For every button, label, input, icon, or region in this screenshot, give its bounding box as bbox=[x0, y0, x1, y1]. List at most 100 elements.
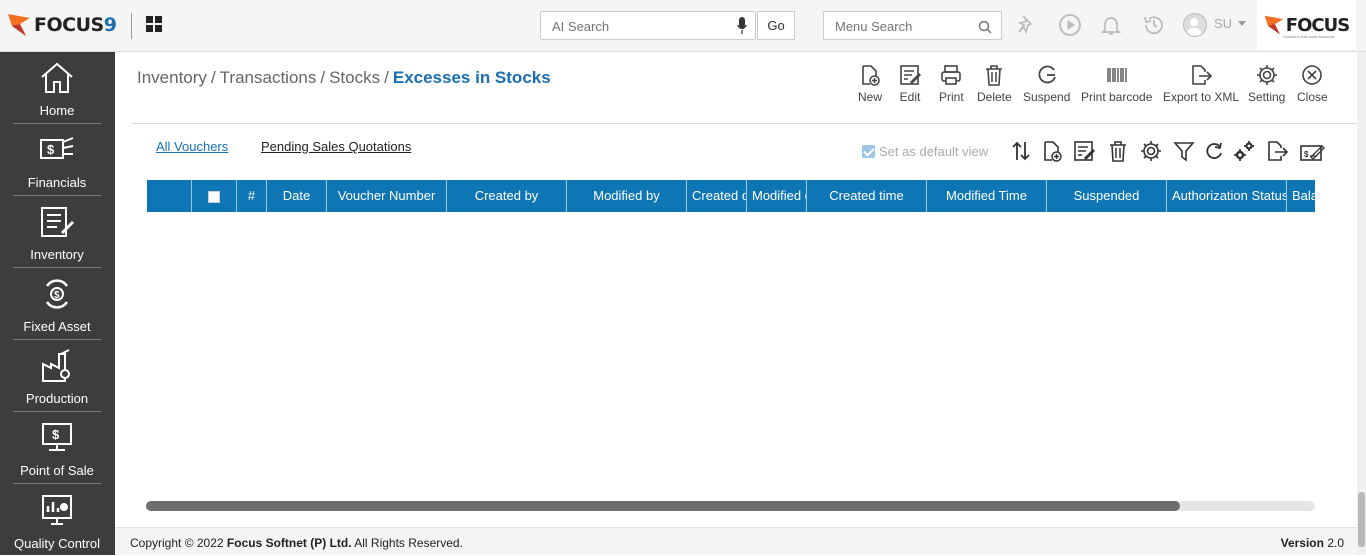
fixed-asset-icon: $ bbox=[45, 279, 69, 309]
new-label: New bbox=[858, 90, 883, 104]
sidebar-item-production[interactable]: Production bbox=[13, 340, 101, 412]
breadcrumb-item-inventory[interactable]: Inventory bbox=[137, 68, 207, 87]
column-header-modified-time[interactable]: Modified Time bbox=[927, 180, 1047, 212]
new-document-icon bbox=[862, 65, 880, 86]
search-icon[interactable] bbox=[978, 20, 992, 34]
column-header-suspended[interactable]: Suspended bbox=[1047, 180, 1167, 212]
chevron-down-icon[interactable] bbox=[1238, 21, 1246, 26]
sort-icon[interactable] bbox=[1010, 140, 1032, 162]
svg-text:$: $ bbox=[52, 427, 60, 442]
sidebar-item-label: Inventory bbox=[30, 247, 84, 262]
close-icon bbox=[1302, 65, 1323, 85]
close-button[interactable]: Close bbox=[1297, 64, 1328, 104]
sidebar-item-inventory[interactable]: Inventory bbox=[13, 196, 101, 268]
new-button[interactable]: New bbox=[858, 64, 882, 104]
svg-text:$: $ bbox=[47, 142, 55, 157]
barcode-icon bbox=[1107, 68, 1127, 82]
breadcrumb-item-transactions[interactable]: Transactions bbox=[220, 68, 317, 87]
delete-button[interactable]: Delete bbox=[977, 64, 1012, 104]
tab-all-vouchers[interactable]: All Vouchers bbox=[156, 139, 228, 154]
advanced-settings-icon[interactable] bbox=[1233, 140, 1255, 162]
app-grid-icon[interactable] bbox=[146, 16, 162, 32]
edit-icon[interactable] bbox=[1073, 140, 1095, 162]
brand-tagline: Solutions that scale business bbox=[1283, 34, 1335, 39]
breadcrumb-item-stocks[interactable]: Stocks bbox=[329, 68, 380, 87]
point-of-sale-icon: $ bbox=[42, 423, 72, 451]
version-value: 2.0 bbox=[1327, 536, 1344, 550]
setting-button[interactable]: Setting bbox=[1248, 64, 1285, 104]
column-header-authorization-status[interactable]: Authorization Status bbox=[1167, 180, 1287, 212]
history-icon[interactable] bbox=[1142, 13, 1166, 37]
print-button[interactable]: Print bbox=[939, 64, 964, 104]
focus-logo-icon bbox=[8, 14, 30, 36]
divider bbox=[131, 123, 1357, 124]
tab-pending-sales-quotations[interactable]: Pending Sales Quotations bbox=[261, 139, 411, 154]
export-xml-button[interactable]: Export to XML bbox=[1163, 64, 1239, 104]
pin-icon[interactable] bbox=[1015, 13, 1039, 37]
svg-text:$: $ bbox=[1304, 150, 1309, 159]
user-initials[interactable]: SU bbox=[1214, 16, 1232, 31]
sidebar-item-financials[interactable]: $ Financials bbox=[13, 124, 101, 196]
vertical-scrollbar[interactable] bbox=[1357, 52, 1366, 555]
breadcrumb-separator: / bbox=[210, 68, 216, 87]
scrollbar-thumb[interactable] bbox=[1358, 492, 1365, 547]
menu-search-box bbox=[823, 11, 1005, 40]
sidebar-item-label: Fixed Asset bbox=[23, 319, 91, 334]
row-handle-column bbox=[147, 180, 192, 212]
column-header-modified-date[interactable]: Modified date bbox=[747, 180, 807, 212]
trash-icon bbox=[986, 65, 1003, 86]
export-icon[interactable] bbox=[1266, 140, 1288, 162]
rights-text: All Rights Reserved. bbox=[351, 536, 463, 550]
column-header-modified-by[interactable]: Modified by bbox=[567, 180, 687, 212]
suspend-button[interactable]: Suspend bbox=[1023, 64, 1070, 104]
sidebar-item-label: Production bbox=[25, 391, 89, 406]
column-header-number[interactable]: # bbox=[237, 180, 267, 212]
sidebar-item-label: Quality Control bbox=[14, 536, 100, 551]
horizontal-scrollbar[interactable] bbox=[146, 501, 1315, 511]
select-all-checkbox[interactable] bbox=[208, 190, 220, 203]
suspend-label: Suspend bbox=[1023, 90, 1071, 104]
export-xml-label: Export to XML bbox=[1163, 90, 1240, 104]
notification-bell-icon[interactable] bbox=[1099, 13, 1123, 37]
company-name: Focus Softnet (P) Ltd. bbox=[226, 536, 352, 550]
top-bar: FOCUS9 Go SU bbox=[0, 0, 1366, 52]
add-document-icon[interactable] bbox=[1041, 140, 1063, 162]
refresh-icon[interactable] bbox=[1203, 140, 1225, 162]
set-default-view-checkbox[interactable]: Set as default view bbox=[862, 144, 988, 159]
edit-button[interactable]: Edit bbox=[899, 64, 921, 104]
financials-icon: $ bbox=[40, 137, 74, 159]
select-all-column bbox=[192, 180, 237, 212]
sidebar-item-quality-control[interactable]: Quality Control bbox=[13, 484, 101, 556]
microphone-icon[interactable] bbox=[737, 17, 747, 35]
cheque-icon[interactable]: $ bbox=[1300, 140, 1325, 162]
sidebar-item-point-of-sale[interactable]: $ Point of Sale bbox=[13, 412, 101, 484]
user-avatar[interactable] bbox=[1183, 13, 1207, 37]
column-header-created-time[interactable]: Created time bbox=[807, 180, 927, 212]
ai-search-box bbox=[540, 11, 756, 40]
filter-icon[interactable] bbox=[1173, 140, 1195, 162]
column-header-created-date[interactable]: Created date bbox=[687, 180, 747, 212]
column-header-voucher-number[interactable]: Voucher Number bbox=[327, 180, 447, 212]
sidebar-item-home[interactable]: Home bbox=[13, 52, 101, 124]
edit-label: Edit bbox=[899, 90, 921, 104]
play-icon[interactable] bbox=[1058, 13, 1082, 37]
scrollbar-thumb[interactable] bbox=[146, 501, 1180, 511]
page-title: Excesses in Stocks bbox=[392, 68, 551, 87]
column-header-created-by[interactable]: Created by bbox=[447, 180, 567, 212]
go-button[interactable]: Go bbox=[757, 11, 795, 40]
sidebar-item-fixed-asset[interactable]: $ Fixed Asset bbox=[13, 268, 101, 340]
column-header-balance[interactable]: Balance bbox=[1287, 180, 1315, 212]
copyright: Copyright © 2022 Focus Softnet (P) Ltd. … bbox=[130, 536, 463, 550]
trash-icon[interactable] bbox=[1107, 140, 1129, 162]
print-barcode-button[interactable]: Print barcode bbox=[1081, 64, 1152, 104]
gear-icon bbox=[1256, 65, 1277, 85]
divider bbox=[131, 13, 132, 39]
gear-icon[interactable] bbox=[1140, 140, 1162, 162]
focus9-logo[interactable]: FOCUS9 bbox=[8, 12, 117, 38]
ai-search-input[interactable] bbox=[552, 19, 722, 34]
column-header-date[interactable]: Date bbox=[267, 180, 327, 212]
sidebar-item-label: Point of Sale bbox=[20, 463, 94, 478]
brand-text: FOCUS bbox=[1285, 14, 1350, 36]
copyright-prefix: Copyright © 2022 bbox=[130, 536, 227, 550]
sidebar-item-label: Home bbox=[39, 103, 75, 118]
